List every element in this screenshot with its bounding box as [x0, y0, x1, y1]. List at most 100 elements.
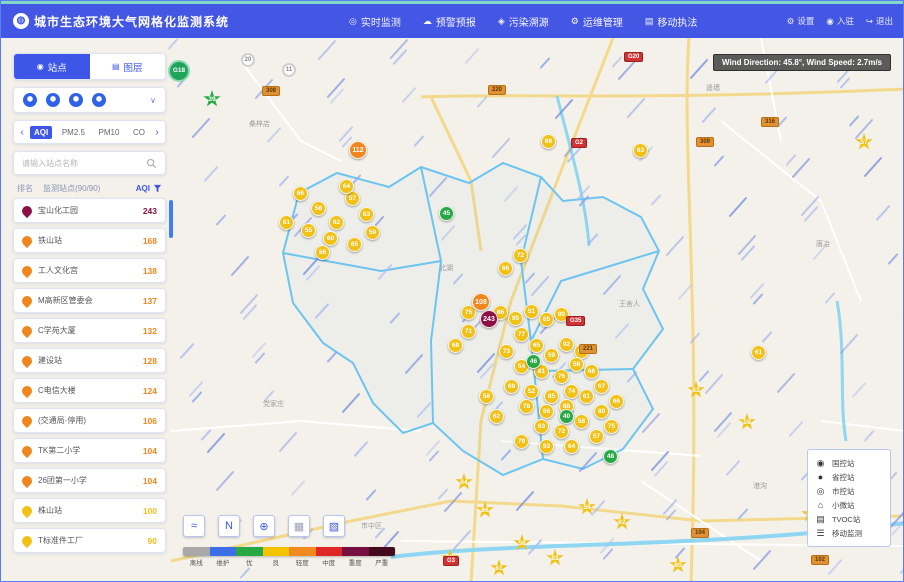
station-list-row[interactable]: (交通局·停用)106: [13, 408, 166, 433]
station-marker[interactable]: 65: [529, 338, 544, 353]
station-marker[interactable]: 62: [329, 215, 344, 230]
station-marker[interactable]: 60: [669, 556, 687, 574]
station-marker[interactable]: 108: [472, 293, 490, 311]
station-marker[interactable]: 80: [594, 404, 609, 419]
nav-item-运维管理[interactable]: ⚙运维管理: [571, 14, 623, 29]
station-list-row[interactable]: C电信大楼124: [13, 378, 166, 403]
station-marker[interactable]: 58: [479, 389, 494, 404]
station-marker[interactable]: 243: [480, 310, 498, 328]
station-marker[interactable]: 60: [323, 231, 338, 246]
station-marker[interactable]: 65: [539, 312, 554, 327]
pollutant-tab-AQI[interactable]: AQI: [30, 126, 52, 139]
station-marker[interactable]: 58: [311, 201, 326, 216]
station-list-row[interactable]: C学苑大厦132: [13, 318, 166, 343]
nav-item-实时监测[interactable]: ◎实时监测: [349, 14, 401, 29]
station-marker[interactable]: 78: [519, 399, 534, 414]
station-marker[interactable]: 66: [476, 501, 494, 519]
station-list-row[interactable]: 株山站100: [13, 498, 166, 523]
station-marker[interactable]: 61: [579, 389, 594, 404]
station-marker[interactable]: 39: [203, 90, 221, 108]
search-input[interactable]: [22, 159, 146, 168]
station-marker[interactable]: 93: [539, 439, 554, 454]
search-icon[interactable]: [146, 158, 157, 169]
station-marker[interactable]: 63: [633, 143, 648, 158]
station-marker[interactable]: 63: [534, 419, 549, 434]
station-list-row[interactable]: T标准件工厂90: [13, 528, 166, 553]
station-marker[interactable]: 68: [448, 338, 463, 353]
list-scrollbar[interactable]: [169, 200, 173, 238]
station-marker[interactable]: 63: [687, 381, 705, 399]
station-marker[interactable]: 63: [546, 549, 564, 567]
station-marker[interactable]: 65: [347, 237, 362, 252]
station-marker[interactable]: 64: [455, 473, 473, 491]
station-marker[interactable]: 72: [513, 248, 528, 263]
header-action-入驻[interactable]: ◉入驻: [826, 15, 853, 27]
station-marker[interactable]: 76: [554, 369, 569, 384]
chevron-down-icon[interactable]: ∨: [150, 96, 156, 105]
north-compass-button[interactable]: N: [218, 515, 240, 537]
station-marker[interactable]: 66: [609, 394, 624, 409]
station-list-row[interactable]: 工人文化宫138: [13, 258, 166, 283]
station-marker[interactable]: 45: [439, 206, 454, 221]
pollutant-tab-PM2.5[interactable]: PM2.5: [58, 126, 89, 139]
station-marker[interactable]: 68: [541, 134, 556, 149]
station-list-row[interactable]: M高新区管委会137: [13, 288, 166, 313]
station-marker[interactable]: 61: [279, 215, 294, 230]
station-marker[interactable]: 64: [339, 179, 354, 194]
station-marker[interactable]: 48: [603, 449, 618, 464]
sort-funnel-icon[interactable]: [153, 184, 162, 193]
nav-item-预警预报[interactable]: ☁预警预报: [423, 14, 476, 29]
station-list-row[interactable]: 建设站128: [13, 348, 166, 373]
station-marker[interactable]: 64: [564, 439, 579, 454]
station-marker[interactable]: 75: [604, 419, 619, 434]
pollutant-prev-icon[interactable]: ‹: [18, 127, 26, 138]
station-marker[interactable]: 58: [513, 534, 531, 552]
pollutant-next-icon[interactable]: ›: [153, 127, 161, 138]
station-marker[interactable]: 59: [578, 498, 596, 516]
national-station-filter-icon[interactable]: [23, 93, 37, 107]
station-list-row[interactable]: 26团第一小学104: [13, 468, 166, 493]
grid-layer-button[interactable]: ▦: [288, 515, 310, 537]
station-marker[interactable]: 112: [349, 141, 367, 159]
station-marker[interactable]: 40: [559, 409, 574, 424]
panel-tab-站点[interactable]: ◉站点: [14, 54, 90, 79]
station-marker[interactable]: 61: [490, 559, 508, 577]
station-marker[interactable]: 62: [613, 513, 631, 531]
panel-tab-图层[interactable]: ▤图层: [90, 54, 166, 79]
station-marker[interactable]: 73: [499, 344, 514, 359]
station-marker[interactable]: 72: [554, 424, 569, 439]
wind-layer-button[interactable]: ≈: [183, 515, 205, 537]
station-marker[interactable]: 59: [365, 225, 380, 240]
station-marker[interactable]: 92: [559, 337, 574, 352]
station-marker[interactable]: 66: [498, 261, 513, 276]
station-marker[interactable]: 52: [524, 384, 539, 399]
station-marker[interactable]: 46: [526, 354, 541, 369]
station-marker[interactable]: 69: [504, 379, 519, 394]
station-marker[interactable]: 67: [594, 379, 609, 394]
station-marker[interactable]: 62: [489, 409, 504, 424]
nav-item-移动执法[interactable]: ▤移动执法: [645, 14, 698, 29]
station-marker[interactable]: 56: [539, 404, 554, 419]
station-marker[interactable]: 71: [461, 324, 476, 339]
station-marker[interactable]: 59: [544, 348, 559, 363]
station-marker[interactable]: 70: [514, 434, 529, 449]
pollutant-tab-PM10[interactable]: PM10: [95, 126, 124, 139]
station-marker[interactable]: 85: [544, 389, 559, 404]
station-list-row[interactable]: 宝山化工园243: [13, 198, 166, 223]
provincial-station-filter-icon[interactable]: [46, 93, 60, 107]
station-marker[interactable]: 61: [751, 345, 766, 360]
station-list-row[interactable]: TK第二小学104: [13, 438, 166, 463]
station-marker[interactable]: 51: [524, 304, 539, 319]
station-marker[interactable]: 66: [584, 364, 599, 379]
station-marker[interactable]: 58: [574, 414, 589, 429]
station-list-row[interactable]: 铁山站168: [13, 228, 166, 253]
micro-station-filter-icon[interactable]: [92, 93, 106, 107]
station-marker[interactable]: 57: [589, 429, 604, 444]
station-marker[interactable]: 55: [301, 223, 316, 238]
station-marker[interactable]: 63: [359, 207, 374, 222]
station-marker[interactable]: 59: [738, 413, 756, 431]
basemap-button[interactable]: ▧: [323, 515, 345, 537]
station-marker[interactable]: 66: [293, 186, 308, 201]
station-marker[interactable]: 95: [508, 311, 523, 326]
header-action-退出[interactable]: ↪退出: [866, 15, 893, 27]
